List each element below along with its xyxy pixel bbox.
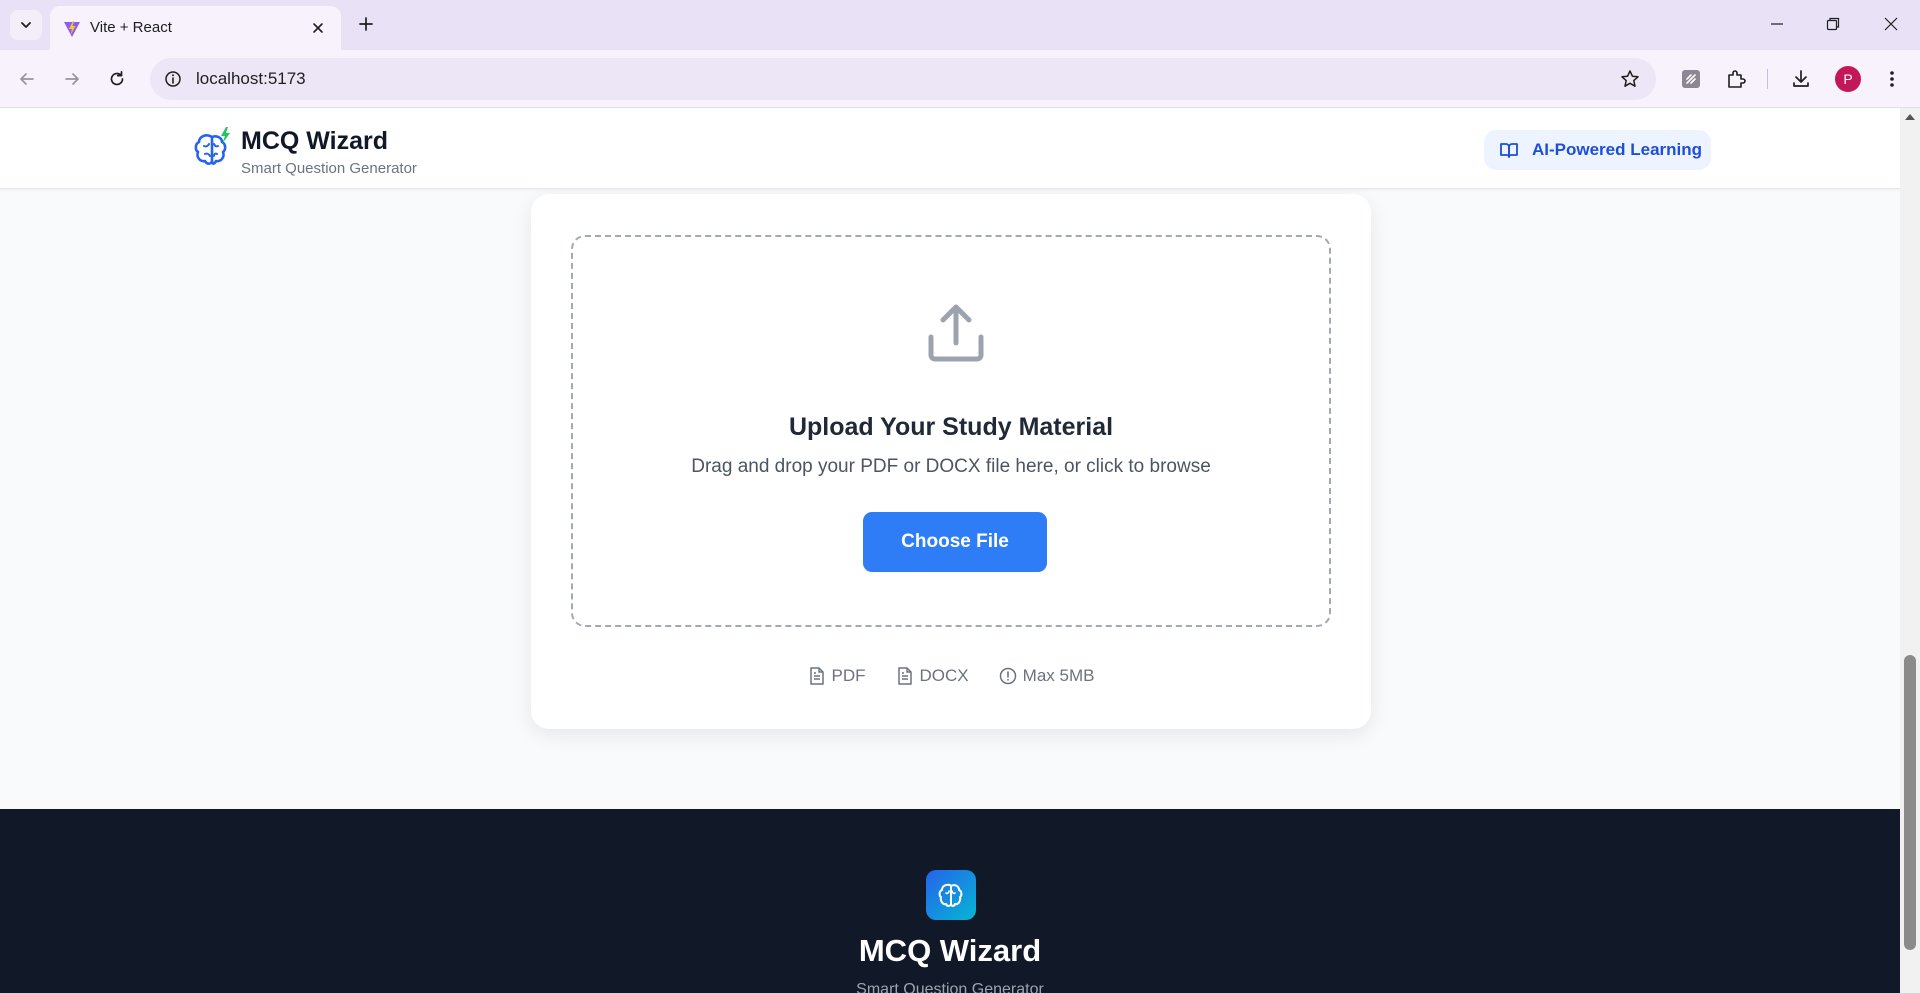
forward-button[interactable] — [55, 62, 89, 96]
minimize-icon — [1771, 23, 1783, 25]
arrow-left-icon — [20, 73, 34, 85]
browser-menu-button[interactable] — [1875, 62, 1909, 96]
browser-tab-active[interactable]: Vite + React — [50, 6, 341, 50]
star-icon — [1621, 70, 1639, 87]
format-label: PDF — [831, 666, 866, 685]
info-icon — [165, 71, 181, 87]
tab-title: Vite + React — [90, 19, 172, 36]
profile-avatar[interactable]: P — [1835, 66, 1861, 92]
page-scrollbar[interactable] — [1900, 108, 1920, 993]
bookmark-button[interactable] — [1618, 67, 1642, 91]
choose-file-button[interactable]: Choose File — [863, 512, 1047, 572]
extension-app-icon — [1682, 70, 1700, 88]
ai-badge-label: AI-Powered Learning — [1532, 140, 1703, 159]
download-icon — [1793, 70, 1809, 87]
new-tab-button[interactable] — [352, 10, 380, 38]
footer-brand-name: MCQ Wizard — [858, 933, 1042, 968]
close-window-button[interactable] — [1868, 6, 1914, 42]
back-button[interactable] — [10, 62, 44, 96]
page-viewport: MCQ Wizard Smart Question Generator AI-P… — [0, 108, 1900, 993]
address-bar[interactable]: localhost:5173 — [150, 58, 1656, 100]
close-icon — [1884, 17, 1898, 31]
minimize-button[interactable] — [1754, 6, 1800, 42]
browser-tab-bar: Vite + React — [0, 0, 1920, 50]
scroll-up-arrow-icon[interactable] — [1905, 114, 1915, 120]
downloads-button[interactable] — [1784, 62, 1818, 96]
supported-formats: PDF DOCX Max 5MB — [531, 666, 1371, 686]
plus-icon — [359, 17, 373, 31]
browser-toolbar: localhost:5173 — [0, 50, 1920, 108]
scrollbar-thumb[interactable] — [1904, 655, 1916, 950]
dropzone-title: Upload Your Study Material — [788, 413, 1114, 441]
tab-list-button[interactable] — [10, 10, 42, 40]
restore-button[interactable] — [1810, 6, 1856, 42]
vite-favicon-icon — [64, 21, 80, 37]
ai-powered-badge: AI-Powered Learning — [1484, 130, 1711, 170]
brand-tagline: Smart Question Generator — [241, 160, 417, 177]
format-pdf: PDF — [808, 666, 866, 686]
extensions-menu-button[interactable] — [1719, 62, 1753, 96]
more-vertical-icon — [1890, 71, 1894, 87]
format-max-size: Max 5MB — [999, 666, 1095, 686]
file-dropzone[interactable]: Upload Your Study Material Drag and drop… — [571, 235, 1331, 627]
format-label: Max 5MB — [1022, 666, 1095, 685]
file-text-icon — [808, 667, 826, 685]
brain-logo-icon[interactable] — [190, 126, 234, 170]
format-docx: DOCX — [896, 666, 969, 686]
footer-logo — [926, 870, 976, 920]
book-open-icon — [1498, 139, 1520, 161]
site-footer: MCQ Wizard Smart Question Generator — [0, 809, 1900, 993]
puzzle-icon — [1728, 70, 1746, 88]
reload-icon — [110, 70, 124, 86]
url-text: localhost:5173 — [196, 69, 306, 88]
toolbar-separator — [1767, 69, 1768, 89]
format-label: DOCX — [919, 666, 969, 685]
chevron-down-icon — [21, 22, 31, 28]
upload-icon — [928, 304, 984, 362]
footer-brand-tagline: Smart Question Generator — [856, 981, 1044, 993]
site-info-icon[interactable] — [162, 68, 184, 90]
file-text-icon — [896, 667, 914, 685]
extension-button[interactable] — [1674, 62, 1708, 96]
restore-icon — [1826, 17, 1840, 31]
brand-name: MCQ Wizard — [241, 127, 388, 155]
dropzone-subtitle: Drag and drop your PDF or DOCX file here… — [691, 456, 1211, 477]
arrow-right-icon — [65, 73, 79, 85]
close-icon — [313, 23, 323, 33]
site-header: MCQ Wizard Smart Question Generator AI-P… — [0, 108, 1900, 189]
reload-button[interactable] — [100, 62, 134, 96]
alert-circle-icon — [999, 667, 1017, 685]
tab-close-button[interactable] — [307, 17, 329, 39]
upload-card: Upload Your Study Material Drag and drop… — [531, 194, 1371, 729]
brain-icon — [938, 883, 963, 907]
